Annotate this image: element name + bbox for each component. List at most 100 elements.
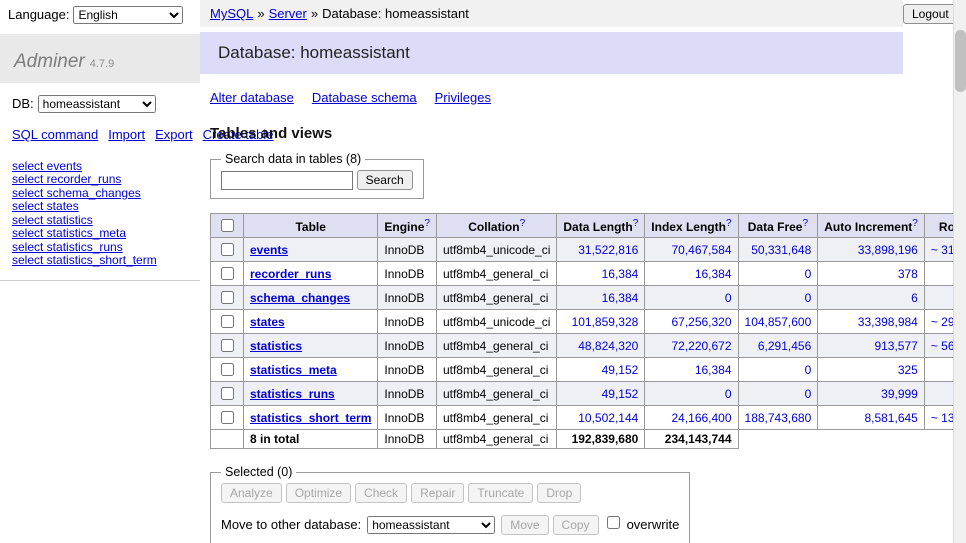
data-length-cell: 16,384 bbox=[557, 262, 645, 286]
operation-button[interactable]: Check bbox=[355, 483, 407, 503]
operation-button[interactable]: Repair bbox=[411, 483, 464, 503]
row-checkbox-cell bbox=[211, 286, 244, 310]
table-link[interactable]: events bbox=[250, 243, 288, 257]
breadcrumb: MySQL»Server»Database: homeassistant bbox=[200, 0, 903, 27]
table-name-cell: schema_changes bbox=[244, 286, 378, 310]
sidebar-links: SQL commandImportExportCreate table bbox=[0, 117, 170, 156]
table-link[interactable]: recorder_runs bbox=[250, 267, 331, 281]
table-link[interactable]: statistics bbox=[250, 339, 302, 353]
auto-increment-cell: 33,398,984 bbox=[818, 310, 925, 334]
sidebar-table-link[interactable]: select events bbox=[12, 160, 188, 174]
tables-and-views-heading: Tables and views bbox=[210, 125, 903, 142]
search-button[interactable]: Search bbox=[357, 170, 413, 190]
table-link[interactable]: statistics_runs bbox=[250, 387, 335, 401]
move-label: Move to other database: bbox=[221, 517, 361, 532]
data-length-cell: 49,152 bbox=[557, 382, 645, 406]
table-name-cell: statistics bbox=[244, 334, 378, 358]
operation-button[interactable]: Drop bbox=[537, 483, 581, 503]
auto-increment-cell: 6 bbox=[818, 286, 925, 310]
data-length-cell: 16,384 bbox=[557, 286, 645, 310]
table-link[interactable]: statistics_short_term bbox=[250, 411, 371, 425]
content-link[interactable]: Privileges bbox=[435, 90, 491, 105]
row-checkbox[interactable] bbox=[221, 243, 234, 256]
operation-button[interactable]: Truncate bbox=[468, 483, 533, 503]
table-row: statistics_short_term InnoDB utf8mb4_gen… bbox=[211, 406, 966, 430]
collation-cell: utf8mb4_general_ci bbox=[436, 334, 556, 358]
collation-cell: utf8mb4_general_ci bbox=[436, 406, 556, 430]
sidebar-link[interactable]: Export bbox=[155, 127, 193, 142]
sidebar-table-link[interactable]: select statistics_meta bbox=[12, 227, 188, 241]
logout-button[interactable]: Logout bbox=[903, 4, 958, 24]
copy-button[interactable]: Copy bbox=[553, 515, 599, 535]
move-database-select[interactable]: homeassistant bbox=[367, 516, 495, 534]
index-length-cell: 67,256,320 bbox=[645, 310, 738, 334]
row-checkbox[interactable] bbox=[221, 363, 234, 376]
column-header: Collation? bbox=[436, 214, 556, 238]
row-checkbox[interactable] bbox=[221, 315, 234, 328]
vertical-scrollbar[interactable] bbox=[953, 0, 966, 543]
breadcrumb-separator: » bbox=[311, 6, 318, 21]
column-header: Engine? bbox=[378, 214, 437, 238]
data-length-cell: 31,522,816 bbox=[557, 238, 645, 262]
index-length-cell: 0 bbox=[645, 286, 738, 310]
sidebar-table-link[interactable]: select recorder_runs bbox=[12, 173, 188, 187]
sidebar-table-link[interactable]: select statistics_short_term bbox=[12, 254, 188, 268]
sidebar-table-link[interactable]: select statistics_runs bbox=[12, 241, 188, 255]
breadcrumb-server[interactable]: Server bbox=[269, 6, 307, 21]
db-select[interactable]: homeassistant bbox=[38, 95, 156, 113]
column-help-link[interactable]: ? bbox=[726, 218, 732, 229]
sidebar-table-link[interactable]: select schema_changes bbox=[12, 187, 188, 201]
language-select[interactable]: English bbox=[73, 6, 183, 24]
table-name-cell: states bbox=[244, 310, 378, 334]
column-help-link[interactable]: ? bbox=[633, 218, 639, 229]
row-checkbox[interactable] bbox=[221, 387, 234, 400]
total-check-cell bbox=[211, 430, 244, 449]
table-link[interactable]: schema_changes bbox=[250, 291, 350, 305]
table-row: recorder_runs InnoDB utf8mb4_general_ci … bbox=[211, 262, 966, 286]
select-all-checkbox[interactable] bbox=[221, 219, 234, 232]
data-length-cell: 10,502,144 bbox=[557, 406, 645, 430]
breadcrumb-mysql[interactable]: MySQL bbox=[210, 6, 253, 21]
row-checkbox[interactable] bbox=[221, 291, 234, 304]
column-help-link[interactable]: ? bbox=[802, 218, 808, 229]
column-help-link[interactable]: ? bbox=[912, 218, 918, 229]
search-input[interactable] bbox=[221, 171, 353, 190]
language-row: Language:English bbox=[0, 0, 200, 30]
total-index-length: 234,143,744 bbox=[645, 430, 738, 449]
sidebar-table-link[interactable]: select states bbox=[12, 200, 188, 214]
row-checkbox[interactable] bbox=[221, 339, 234, 352]
data-length-cell: 101,859,328 bbox=[557, 310, 645, 334]
engine-cell: InnoDB bbox=[378, 310, 437, 334]
column-help-link[interactable]: ? bbox=[424, 218, 430, 229]
overwrite-checkbox[interactable] bbox=[607, 516, 620, 529]
adminer-page: Language:English Adminer4.7.9 DB:homeass… bbox=[0, 0, 966, 543]
row-checkbox[interactable] bbox=[221, 267, 234, 280]
column-help-link[interactable]: ? bbox=[520, 218, 526, 229]
move-row: Move to other database: homeassistant Move… bbox=[221, 513, 679, 535]
scrollbar-thumb[interactable] bbox=[955, 30, 966, 92]
row-checkbox-cell bbox=[211, 238, 244, 262]
sidebar-link[interactable]: Import bbox=[108, 127, 145, 142]
table-name-cell: statistics_meta bbox=[244, 358, 378, 382]
table-link[interactable]: states bbox=[250, 315, 285, 329]
db-label: DB: bbox=[12, 96, 34, 111]
content-link[interactable]: Alter database bbox=[210, 90, 294, 105]
content-link[interactable]: Database schema bbox=[312, 90, 417, 105]
table-row: events InnoDB utf8mb4_unicode_ci 31,522,… bbox=[211, 238, 966, 262]
operation-button[interactable]: Optimize bbox=[286, 483, 351, 503]
row-checkbox-cell bbox=[211, 382, 244, 406]
page-title: Database: homeassistant bbox=[200, 32, 903, 74]
auto-increment-cell: 325 bbox=[818, 358, 925, 382]
sidebar-tables: select eventsselect recorder_runsselect … bbox=[0, 156, 200, 281]
overwrite-label: overwrite bbox=[627, 517, 680, 532]
move-button[interactable]: Move bbox=[501, 515, 548, 535]
data-length-cell: 48,824,320 bbox=[557, 334, 645, 358]
row-checkbox[interactable] bbox=[221, 411, 234, 424]
operations-row: AnalyzeOptimizeCheckRepairTruncateDrop bbox=[221, 483, 679, 503]
table-name-cell: recorder_runs bbox=[244, 262, 378, 286]
brand-version: 4.7.9 bbox=[90, 58, 114, 70]
sidebar-link[interactable]: SQL command bbox=[12, 127, 98, 142]
sidebar-table-link[interactable]: select statistics bbox=[12, 214, 188, 228]
operation-button[interactable]: Analyze bbox=[221, 483, 282, 503]
table-link[interactable]: statistics_meta bbox=[250, 363, 337, 377]
